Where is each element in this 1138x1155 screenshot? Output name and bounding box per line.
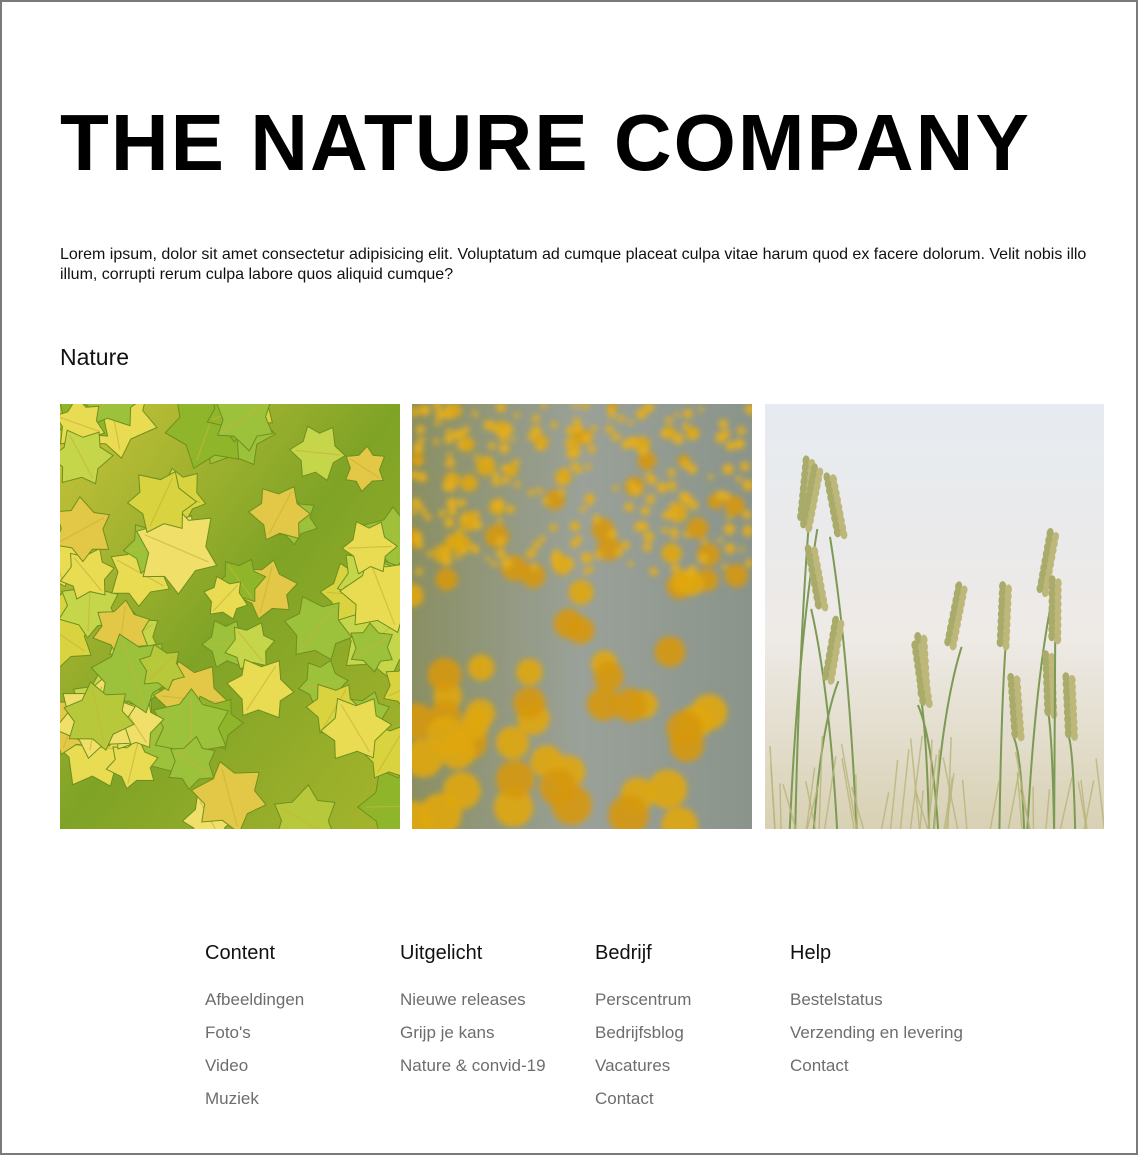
footer-link-video[interactable]: Video [205,1049,395,1082]
footer-column-content: Content Afbeeldingen Foto's Video Muziek [205,940,395,1115]
footer-link-nature-convid[interactable]: Nature & convid-19 [400,1049,590,1082]
footer-link-verzending[interactable]: Verzending en levering [790,1016,980,1049]
footer-link-fotos[interactable]: Foto's [205,1016,395,1049]
footer-column-uitgelicht: Uitgelicht Nieuwe releases Grijp je kans… [400,940,590,1082]
photo-gallery [60,404,1104,829]
leaves-photo[interactable] [60,404,400,829]
section-heading: Nature [60,344,130,370]
leaves-image [60,404,400,829]
footer-link-vacatures[interactable]: Vacatures [595,1049,785,1082]
footer-link-contact[interactable]: Contact [790,1049,980,1082]
footer-link-bestelstatus[interactable]: Bestelstatus [790,983,980,1016]
footer-link-contact[interactable]: Contact [595,1082,785,1115]
site-footer: Content Afbeeldingen Foto's Video Muziek… [205,940,985,1130]
footer-link-bedrijfsblog[interactable]: Bedrijfsblog [595,1016,785,1049]
footer-link-muziek[interactable]: Muziek [205,1082,395,1115]
footer-link-afbeeldingen[interactable]: Afbeeldingen [205,983,395,1016]
footer-heading: Bedrijf [595,942,652,964]
wheat-image [765,404,1104,829]
footer-link-grijp-je-kans[interactable]: Grijp je kans [400,1016,590,1049]
footer-heading: Content [205,942,276,964]
footer-column-help: Help Bestelstatus Verzending en levering… [790,940,980,1082]
footer-heading: Uitgelicht [400,942,483,964]
intro-paragraph: Lorem ipsum, dolor sit amet consectetur … [60,246,1087,283]
flowers-image [412,404,752,829]
page-title: THE NATURE COMPANY [60,98,1031,187]
footer-column-bedrijf: Bedrijf Perscentrum Bedrijfsblog Vacatur… [595,940,785,1115]
flowers-photo[interactable] [412,404,752,829]
footer-heading: Help [790,942,832,964]
wheat-photo[interactable] [765,404,1104,829]
footer-link-nieuwe-releases[interactable]: Nieuwe releases [400,983,590,1016]
footer-link-perscentrum[interactable]: Perscentrum [595,983,785,1016]
